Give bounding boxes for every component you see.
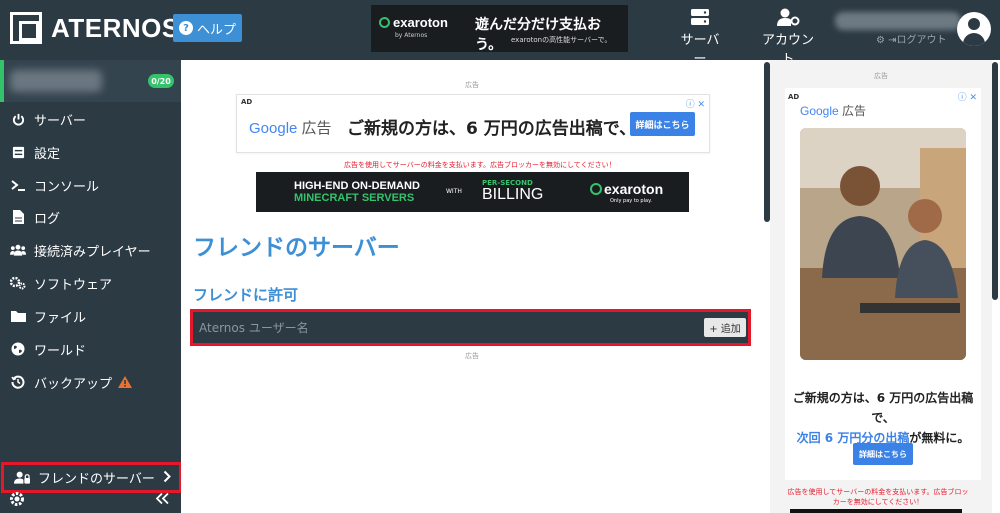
ad-label-top: 広告: [465, 81, 479, 89]
ad-photo: [800, 128, 966, 360]
sidebar-item-log[interactable]: ログ: [0, 203, 181, 231]
top-ad-banner[interactable]: exaroton by Aternos 遊んだ分だけ支払おう。 exaroton…: [371, 5, 628, 53]
sidebar-item-backup[interactable]: バックアップ: [0, 368, 181, 396]
sidebar-footer: [0, 484, 181, 513]
brand-name: ATERNOS: [51, 12, 180, 43]
sidebar-item-console[interactable]: コンソール: [0, 171, 181, 199]
right-ad-line2-rest: が無料に。: [909, 431, 970, 445]
sidebar-item-world[interactable]: ワールド: [0, 335, 181, 363]
next-ad-edge: [790, 509, 962, 513]
right-ad-details-button[interactable]: 詳細はこちら: [853, 443, 913, 465]
exaroton-ring-icon: [379, 17, 390, 28]
globe-icon: [10, 341, 26, 357]
nav-servers[interactable]: サーバー: [675, 8, 725, 67]
sidebar-item-players[interactable]: 接続済みプレイヤー: [0, 236, 181, 264]
exaroton-logo: exaroton: [379, 15, 448, 30]
server-selector[interactable]: 0/20: [0, 60, 181, 102]
power-icon: [10, 111, 26, 127]
ad-choices-icon[interactable]: ⓘ ✕: [686, 97, 705, 110]
ad-choices-icon[interactable]: ⓘ ✕: [958, 90, 977, 103]
help-button[interactable]: ? ヘルプ: [173, 14, 242, 42]
history-icon: [10, 374, 26, 390]
google-logo: Google 広告: [800, 102, 866, 119]
sidebar-item-label: ソフトウェア: [34, 277, 113, 293]
logout-label: ログアウト: [896, 35, 947, 46]
question-icon: ?: [178, 21, 193, 35]
warning-icon: [118, 376, 133, 388]
banner-with: WITH: [446, 188, 462, 195]
banner-brand-text: exaroton: [604, 181, 664, 197]
right-adblock-note: 広告を使用してサーバーの料金を支払います。広告ブロッカーを無効にしてください！: [787, 488, 969, 506]
avatar[interactable]: [957, 12, 991, 46]
banner-tagline: Only pay to play.: [610, 198, 652, 204]
sidebar: 0/20 サーバー 設定 コンソール ログ 接続済みプレイヤー ソフトウェア フ…: [0, 60, 182, 513]
google-logo: Google 広告: [249, 117, 332, 138]
ad-tag: AD: [788, 93, 800, 101]
ad-details-button[interactable]: 詳細はこちら: [630, 112, 695, 136]
server-icon: [691, 9, 709, 25]
top-ad-headline: 遊んだ分だけ支払おう。: [475, 17, 601, 53]
aternos-logo[interactable]: ATERNOS: [10, 12, 180, 44]
server-name-blurred: [10, 70, 102, 92]
google-wordmark: Google: [249, 120, 298, 137]
section-title: フレンドに許可: [193, 286, 299, 304]
page-title: フレンドのサーバー: [193, 235, 400, 261]
username-blurred: [835, 12, 961, 30]
sidebar-item-label: サーバー: [34, 113, 86, 129]
friend-input-group: + 追加: [190, 309, 751, 346]
file-icon: [10, 209, 26, 225]
google-ad-banner[interactable]: AD ⓘ ✕ Google 広告 ご新規の方は、6 万円の広告出稿で、... 詳…: [236, 94, 710, 153]
sidebar-item-settings[interactable]: 設定: [0, 138, 181, 166]
add-button[interactable]: + 追加: [704, 318, 746, 337]
logo-icon: [10, 12, 42, 44]
username-input[interactable]: [199, 318, 699, 338]
banner-line1: HIGH-END ON-DEMAND: [294, 180, 420, 192]
sliders-icon: [10, 144, 26, 160]
users-icon: [10, 242, 26, 258]
exaroton-ring-icon: [590, 183, 602, 195]
ad-label-bottom: 広告: [465, 352, 479, 360]
google-ad-vertical[interactable]: AD ⓘ ✕ Google 広告 ご新規の方は、6 万円の広告出稿で、 次回 6…: [785, 88, 981, 480]
sidebar-item-label: 接続済みプレイヤー: [34, 244, 151, 260]
top-bar: ATERNOS ? ヘルプ exaroton by Aternos 遊んだ分だけ…: [0, 0, 1000, 67]
page-scrollbar[interactable]: [992, 62, 998, 300]
gears-icon: [10, 275, 26, 291]
help-label: ヘルプ: [196, 22, 236, 38]
terminal-icon: [10, 177, 26, 193]
sidebar-item-label: ファイル: [34, 310, 87, 326]
top-ad-subline: exarotonの高性能サーバーで。: [511, 36, 612, 44]
sidebar-item-server[interactable]: サーバー: [0, 105, 181, 133]
right-ad-text: ご新規の方は、6 万円の広告出稿で、 次回 6 万円分の出稿が無料に。: [785, 388, 981, 448]
sidebar-item-label: コンソール: [34, 179, 100, 195]
sidebar-item-label: ログ: [34, 211, 61, 227]
adblock-note: 広告を使用してサーバーの料金を支払います。広告ブロッカーを無効にしてください！: [344, 161, 616, 169]
banner-brand: exaroton: [590, 181, 663, 197]
right-ad-line1: ご新規の方は、6 万円の広告出稿で、: [792, 391, 974, 425]
exaroton-brand: exaroton: [393, 15, 448, 30]
banner-billing: BILLING: [482, 186, 544, 203]
exaroton-by-aternos: by Aternos: [395, 32, 428, 39]
chevron-right-icon: [163, 470, 171, 483]
google-ad-text: ご新規の方は、6 万円の広告出稿で、...: [347, 119, 656, 139]
nav-account[interactable]: アカウント: [756, 8, 820, 67]
sidebar-item-software[interactable]: ソフトウェア: [0, 269, 181, 297]
ad-tag: AD: [241, 98, 253, 106]
collapse-sidebar-icon[interactable]: [155, 492, 170, 505]
kokoku-label: 広告: [301, 120, 332, 137]
banner-line2: MINECRAFT SERVERS: [294, 192, 415, 204]
sidebar-item-files[interactable]: ファイル: [0, 302, 181, 330]
folder-icon: [10, 308, 26, 324]
sidebar-item-label: バックアップ: [34, 376, 113, 392]
sidebar-item-label: 設定: [34, 146, 61, 162]
logout-link[interactable]: ⚙ ⇥ログアウト: [876, 31, 947, 46]
sidebar-item-label: ワールド: [34, 343, 87, 359]
exaroton-banner-ad[interactable]: HIGH-END ON-DEMAND MINECRAFT SERVERS WIT…: [256, 172, 689, 212]
player-count-badge: 0/20: [148, 74, 174, 88]
kokoku-label: 広告: [842, 104, 867, 118]
right-ad-label: 広告: [874, 72, 888, 80]
google-wordmark: Google: [800, 104, 839, 118]
user-gear-icon: [777, 8, 800, 26]
gear-icon[interactable]: [9, 491, 25, 507]
